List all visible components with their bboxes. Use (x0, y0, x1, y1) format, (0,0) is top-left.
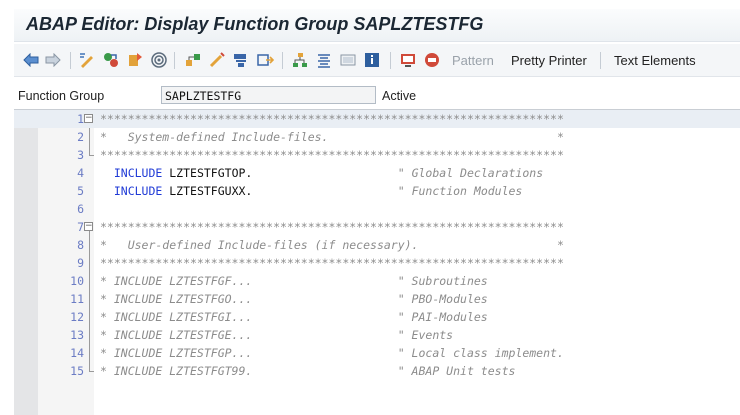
line-number: 12 (70, 310, 84, 324)
code-text: * System-defined Include-files. * (100, 130, 564, 144)
hierarchy-icon[interactable] (291, 51, 309, 69)
code-line[interactable]: 1 − ************************************… (14, 110, 740, 128)
code-line[interactable]: 8 * User-defined Include-files (if neces… (14, 236, 740, 254)
pretty-print-icon[interactable] (315, 51, 333, 69)
code-text: * INCLUDE LZTESTFGP... " Local class imp… (100, 346, 564, 360)
code-text: * INCLUDE LZTESTFGF... " Subroutines (100, 274, 488, 288)
application-toolbar: Pattern Pretty Printer Text Elements (14, 44, 740, 77)
code-line[interactable]: 13 * INCLUDE LZTESTFGE... " Events (14, 326, 740, 344)
enhance-icon[interactable] (256, 51, 274, 69)
code-line[interactable]: 3 **************************************… (14, 146, 740, 164)
line-number: 6 (77, 202, 84, 216)
line-number: 15 (70, 364, 84, 378)
forward-icon[interactable] (44, 51, 62, 69)
code-text: ****************************************… (100, 148, 564, 162)
code-text: INCLUDE LZTESTFGTOP. " Global Declaratio… (113, 166, 544, 180)
code-line[interactable]: 7 − ************************************… (14, 218, 740, 236)
fold-toggle-icon[interactable]: − (84, 114, 93, 123)
code-text: * INCLUDE LZTESTFGO... " PBO-Modules (100, 292, 488, 306)
object-list-icon[interactable] (208, 51, 226, 69)
toolbar-separator (600, 52, 601, 69)
window-title-bar: ABAP Editor: Display Function Group SAPL… (14, 9, 740, 42)
line-number: 11 (70, 292, 84, 306)
status-label: Active (382, 89, 417, 103)
other-object-icon[interactable] (78, 51, 96, 69)
line-number: 10 (70, 274, 84, 288)
toolbar-separator (282, 52, 283, 69)
code-editor[interactable]: 1 − ************************************… (14, 109, 740, 415)
code-line[interactable]: 9 **************************************… (14, 254, 740, 272)
toolbar-separator (390, 52, 391, 69)
code-line[interactable]: 14 * INCLUDE LZTESTFGP... " Local class … (14, 344, 740, 362)
info-icon[interactable] (363, 51, 381, 69)
check-icon[interactable] (150, 51, 168, 69)
code-text: ****************************************… (100, 256, 564, 270)
code-line[interactable]: 5 INCLUDE LZTESTFGUXX. " Function Module… (14, 182, 740, 200)
code-text: * INCLUDE LZTESTFGT99. " ABAP Unit tests (100, 364, 516, 378)
text-elements-button[interactable]: Text Elements (614, 53, 696, 68)
code-line[interactable]: 4 INCLUDE LZTESTFGTOP. " Global Declarat… (14, 164, 740, 182)
display-change-icon[interactable] (102, 51, 120, 69)
code-line[interactable]: 10 * INCLUDE LZTESTFGF... " Subroutines (14, 272, 740, 290)
line-number: 1 (77, 112, 84, 126)
screen-icon[interactable] (399, 51, 417, 69)
back-icon[interactable] (22, 51, 40, 69)
line-number: 5 (77, 184, 84, 198)
pretty-printer-button[interactable]: Pretty Printer (511, 53, 587, 68)
pattern-button[interactable]: Pattern (452, 53, 494, 68)
line-number: 9 (77, 256, 84, 270)
line-number: 3 (77, 148, 84, 162)
code-line[interactable]: 2 * System-defined Include-files. * (14, 128, 740, 146)
function-group-field[interactable]: SAPLZTESTFG (161, 86, 376, 104)
line-number: 14 (70, 346, 84, 360)
toolbar-separator (174, 52, 175, 69)
code-line[interactable]: 6 (14, 200, 740, 218)
code-text: INCLUDE LZTESTFGUXX. " Function Modules (113, 184, 523, 198)
code-text: ****************************************… (100, 112, 564, 126)
line-number: 7 (77, 220, 84, 234)
help-icon[interactable] (339, 51, 357, 69)
code-line[interactable]: 15 * INCLUDE LZTESTFGT99. " ABAP Unit te… (14, 362, 740, 380)
code-line[interactable]: 11 * INCLUDE LZTESTFGO... " PBO-Modules (14, 290, 740, 308)
window-title: ABAP Editor: Display Function Group SAPL… (26, 14, 484, 34)
code-line[interactable]: 12 * INCLUDE LZTESTFGI... " PAI-Modules (14, 308, 740, 326)
code-text: * User-defined Include-files (if necessa… (100, 238, 564, 252)
line-number: 4 (77, 166, 84, 180)
code-text: * INCLUDE LZTESTFGI... " PAI-Modules (100, 310, 488, 324)
navigation-window-icon[interactable] (232, 51, 250, 69)
line-number: 2 (77, 130, 84, 144)
line-number: 8 (77, 238, 84, 252)
line-number: 13 (70, 328, 84, 342)
code-text: ****************************************… (100, 220, 564, 234)
activate-icon[interactable] (126, 51, 144, 69)
fold-toggle-icon[interactable]: − (84, 222, 93, 231)
code-text: * INCLUDE LZTESTFGE... " Events (100, 328, 454, 342)
where-used-icon[interactable] (184, 51, 202, 69)
test-icon[interactable] (423, 51, 441, 69)
toolbar-separator (70, 52, 71, 69)
function-group-label: Function Group (18, 89, 105, 103)
